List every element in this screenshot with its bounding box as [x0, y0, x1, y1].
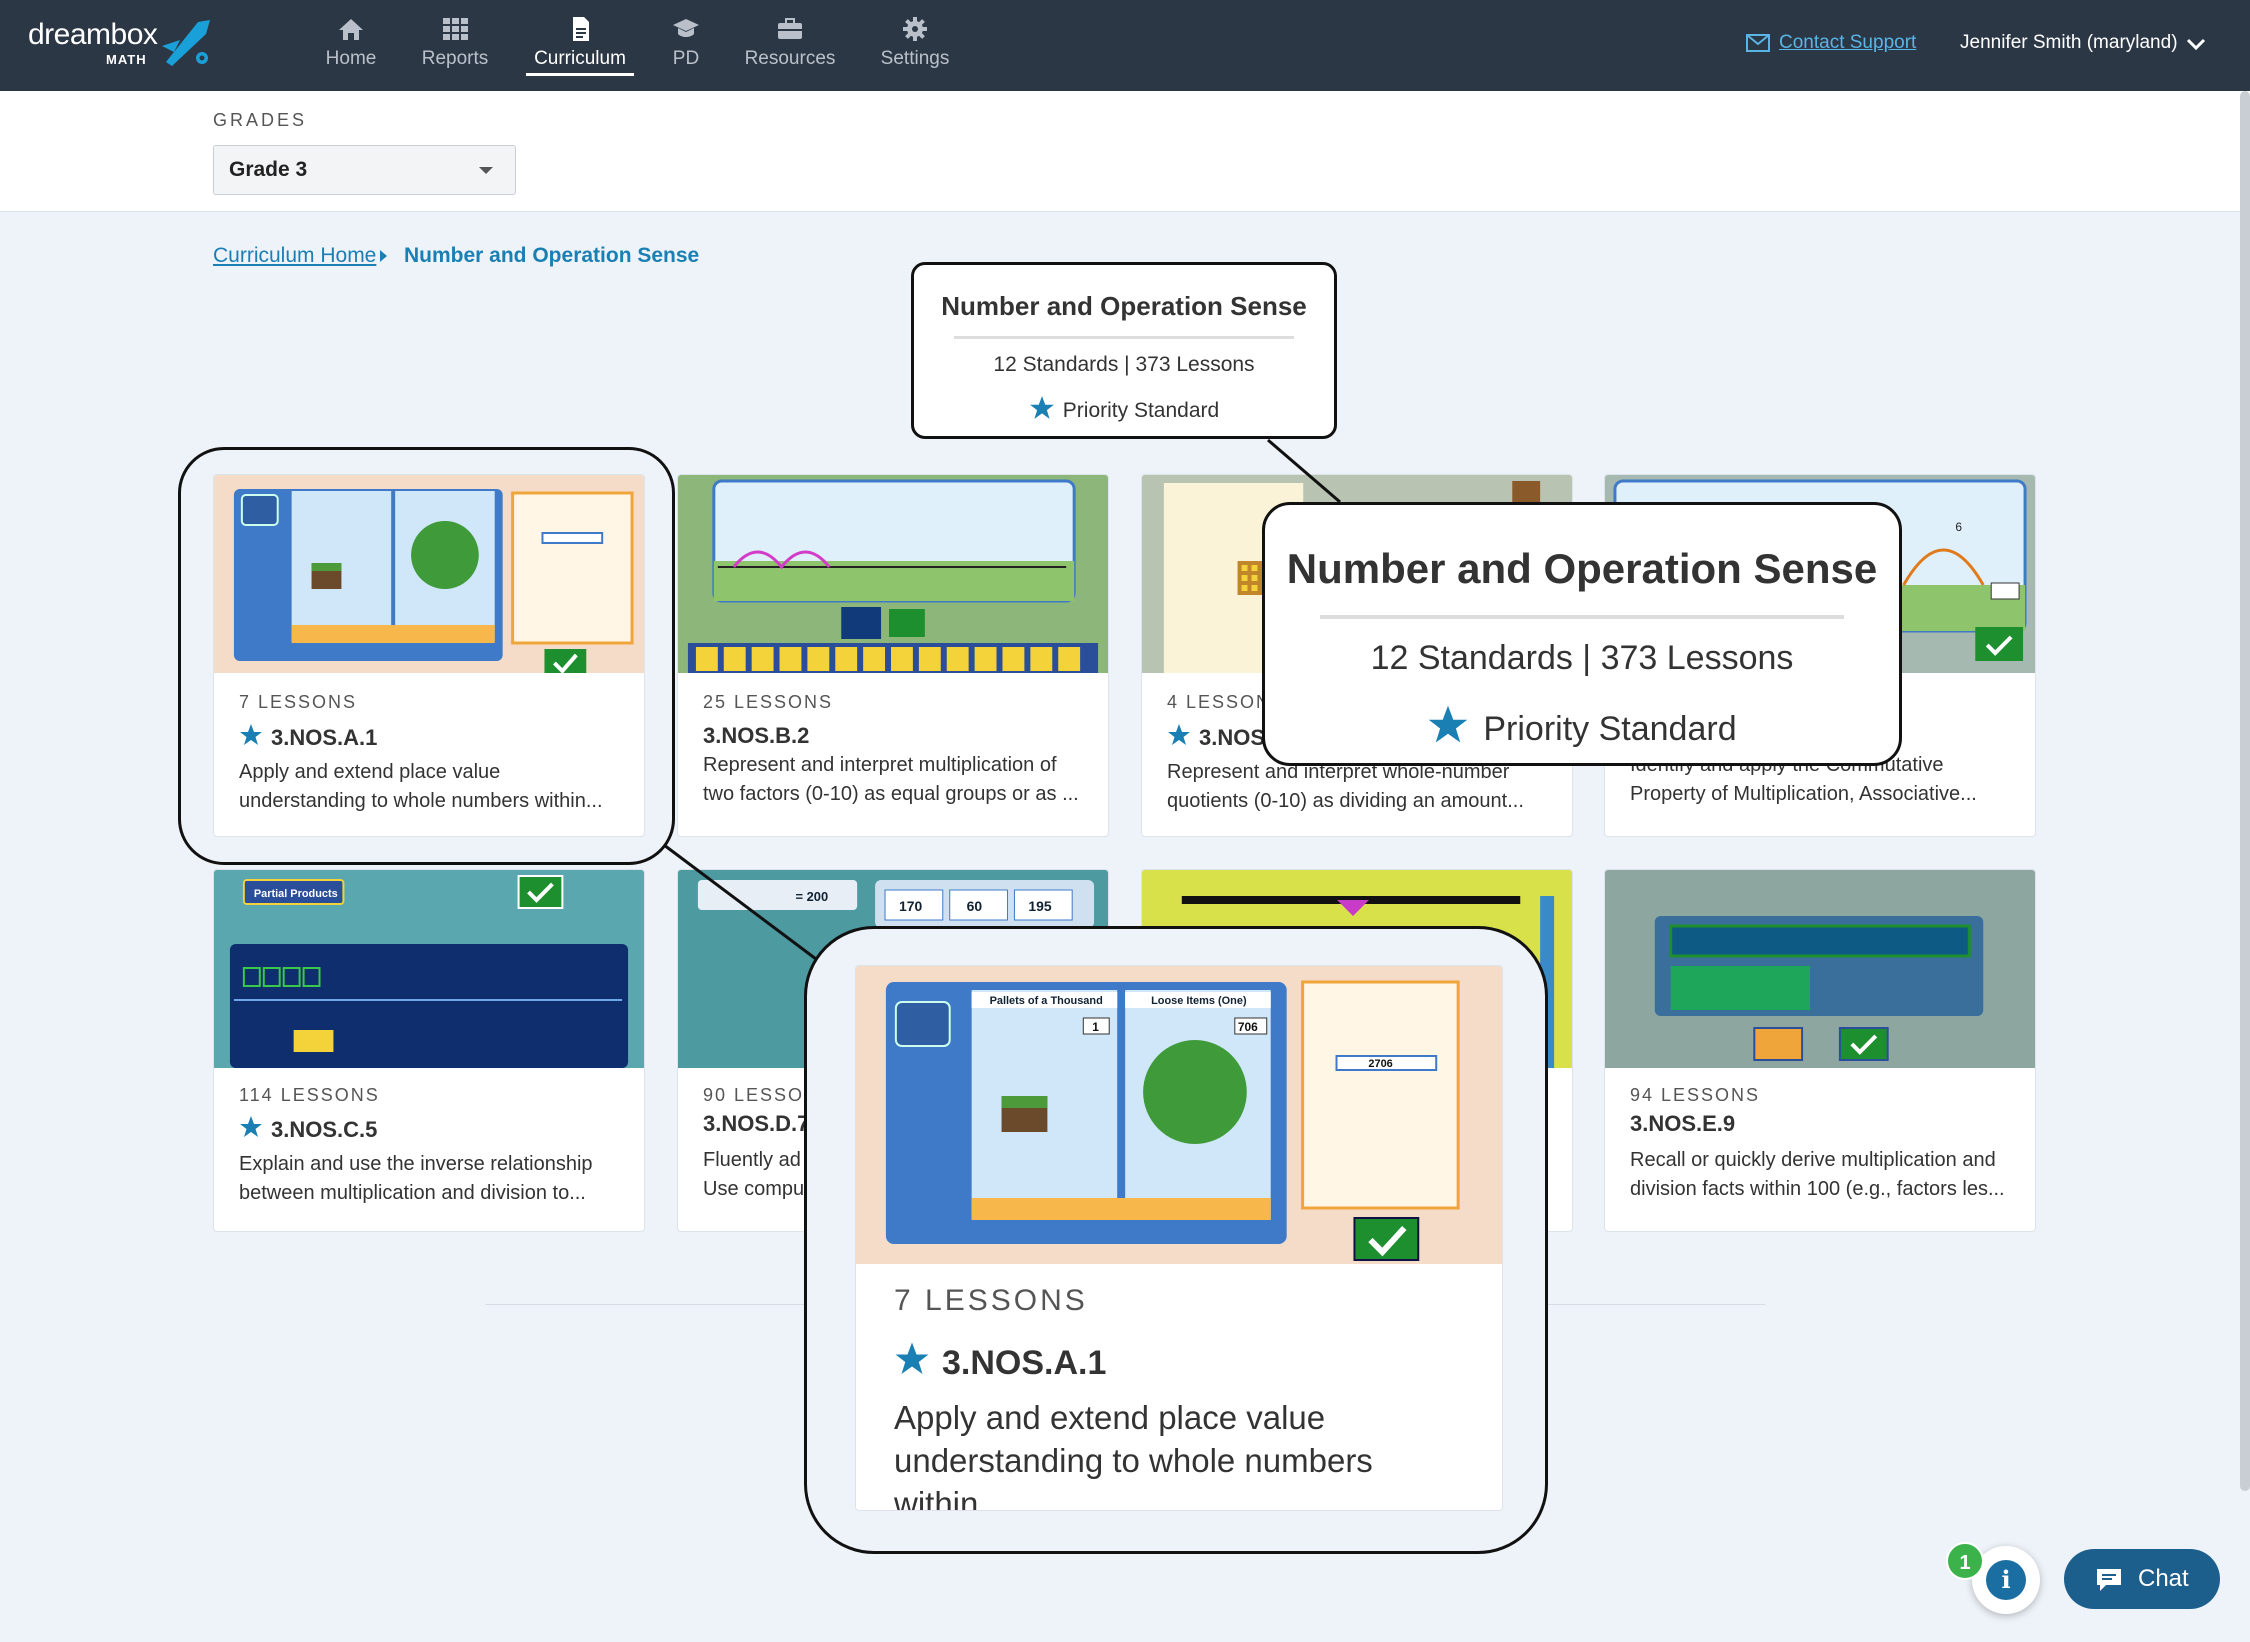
summary-title: Number and Operation Sense: [941, 291, 1307, 321]
divider: [1320, 615, 1844, 619]
notification-badge: 1: [1946, 1542, 1984, 1580]
lesson-count: 7 LESSONS: [894, 1284, 1088, 1317]
info-icon: i: [1986, 1560, 2026, 1600]
priority-legend: Priority Standard: [1265, 704, 1899, 749]
page-scrollbar[interactable]: [2240, 91, 2250, 1491]
chat-bubble-icon: [2097, 1569, 2121, 1591]
priority-star-icon: [1029, 396, 1054, 419]
standard-description: Apply and extend place value understandi…: [894, 1399, 1373, 1511]
priority-legend-label: Priority Standard: [1483, 710, 1737, 748]
priority-legend: Priority Standard: [914, 395, 1334, 423]
total-value: 2706: [1368, 1058, 1392, 1070]
summary-tooltip: Number and Operation Sense 12 Standards …: [911, 262, 1337, 439]
divider: [954, 336, 1294, 339]
summary-stats: 12 Standards | 373 Lessons: [1370, 639, 1794, 677]
chat-button[interactable]: Chat: [2064, 1549, 2220, 1609]
standard-code: 3.NOS.A.1: [894, 1341, 1106, 1383]
priority-legend-label: Priority Standard: [1062, 399, 1220, 422]
loose-label: Loose Items (One): [1151, 995, 1247, 1007]
pallets-count: 1: [1092, 1020, 1099, 1034]
standard-code-text: 3.NOS.A.1: [942, 1344, 1107, 1382]
priority-star-icon: [895, 1342, 929, 1374]
summary-stats: 12 Standards | 373 Lessons: [993, 353, 1255, 376]
standard-card-zoomed[interactable]: Pallets of a Thousand Loose Items (One) …: [855, 965, 1503, 1511]
lesson-thumbnail: Pallets of a Thousand Loose Items (One) …: [856, 966, 1502, 1264]
summary-tooltip-zoomed: Number and Operation Sense 12 Standards …: [1262, 502, 1902, 766]
summary-title: Number and Operation Sense: [1286, 545, 1878, 592]
pallets-label: Pallets of a Thousand: [990, 995, 1103, 1007]
priority-star-icon: [1429, 705, 1468, 743]
loose-count: 706: [1238, 1020, 1258, 1034]
chat-label: Chat: [2138, 1565, 2189, 1592]
